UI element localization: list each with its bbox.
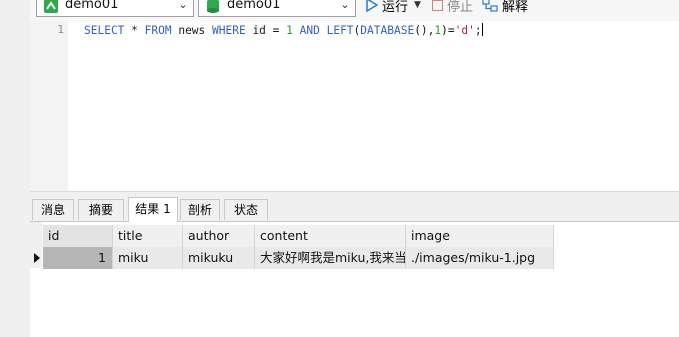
sql-keyword: WHERE — [212, 24, 246, 37]
sql-text: ; — [474, 24, 482, 37]
column-header-image[interactable]: image — [406, 225, 554, 247]
sql-keyword: AND — [299, 24, 320, 37]
explain-button-label: 解释 — [502, 0, 529, 15]
dropdown-caret-icon[interactable]: ▼ — [414, 0, 421, 10]
sql-keyword: FROM — [144, 24, 172, 37]
database-select-value: demo01 — [227, 0, 281, 12]
result-tabs: 消息 摘要 结果 1 剖析 状态 — [30, 197, 679, 222]
run-button-label: 运行 — [382, 0, 409, 15]
connection-icon — [44, 0, 58, 13]
database-icon — [207, 0, 219, 13]
tab-summary[interactable]: 摘要 — [78, 199, 124, 220]
sql-text: news — [171, 24, 213, 37]
sql-text: (), — [414, 24, 435, 37]
line-number-gutter: 1 — [30, 21, 68, 191]
chevron-down-icon[interactable]: ⌄ — [337, 0, 353, 14]
sql-function: LEFT — [326, 24, 354, 37]
run-button[interactable]: 运行 ▼ — [366, 0, 421, 15]
cell-author[interactable]: mikuku — [183, 247, 255, 269]
sql-function: DATABASE — [360, 24, 415, 37]
tab-result-1[interactable]: 结果 1 — [128, 197, 178, 222]
sql-text: id = — [245, 24, 287, 37]
stop-button-label: 停止 — [447, 0, 474, 15]
sql-text: )= — [441, 24, 455, 37]
sql-editor[interactable]: 1 SELECT * FROM news WHERE id = 1 AND LE… — [30, 21, 679, 191]
explain-icon — [482, 0, 498, 12]
sql-code-line[interactable]: SELECT * FROM news WHERE id = 1 AND LEFT… — [84, 23, 483, 37]
database-select[interactable]: demo01 ⌄ — [198, 0, 356, 17]
connection-select[interactable]: demo01 ⌄ — [36, 0, 194, 17]
sql-text: * — [124, 24, 145, 37]
stop-icon — [432, 0, 443, 11]
cell-id[interactable]: 1 — [43, 247, 113, 269]
column-header-author[interactable]: author — [183, 225, 255, 247]
sql-keyword: SELECT — [84, 24, 125, 37]
explain-button[interactable]: 解释 — [482, 0, 529, 15]
column-header-id[interactable]: id — [43, 225, 113, 247]
query-toolbar: demo01 ⌄ demo01 ⌄ 运行 ▼ 停止 解释 — [30, 0, 679, 22]
result-grid: id title author content image 1 miku mik… — [30, 222, 679, 337]
tab-messages[interactable]: 消息 — [32, 199, 74, 220]
cell-image[interactable]: ./images/miku-1.jpg — [406, 247, 554, 269]
left-panel-edge — [0, 0, 31, 337]
text-cursor — [481, 23, 483, 36]
line-number: 1 — [57, 23, 64, 36]
current-row-pointer-icon — [34, 253, 40, 263]
tab-profile[interactable]: 剖析 — [180, 199, 220, 220]
column-header-title[interactable]: title — [113, 225, 183, 247]
sql-number: 1 — [286, 24, 293, 37]
column-header-content[interactable]: content — [255, 225, 406, 247]
sql-string: 'd' — [454, 24, 475, 37]
cell-content[interactable]: 大家好啊我是miku,我来当 — [255, 247, 406, 269]
stop-button[interactable]: 停止 — [432, 0, 474, 15]
cell-title[interactable]: miku — [113, 247, 183, 269]
tab-status[interactable]: 状态 — [224, 199, 268, 220]
chevron-down-icon[interactable]: ⌄ — [175, 0, 191, 14]
play-icon — [366, 0, 378, 12]
connection-select-value: demo01 — [65, 0, 119, 12]
